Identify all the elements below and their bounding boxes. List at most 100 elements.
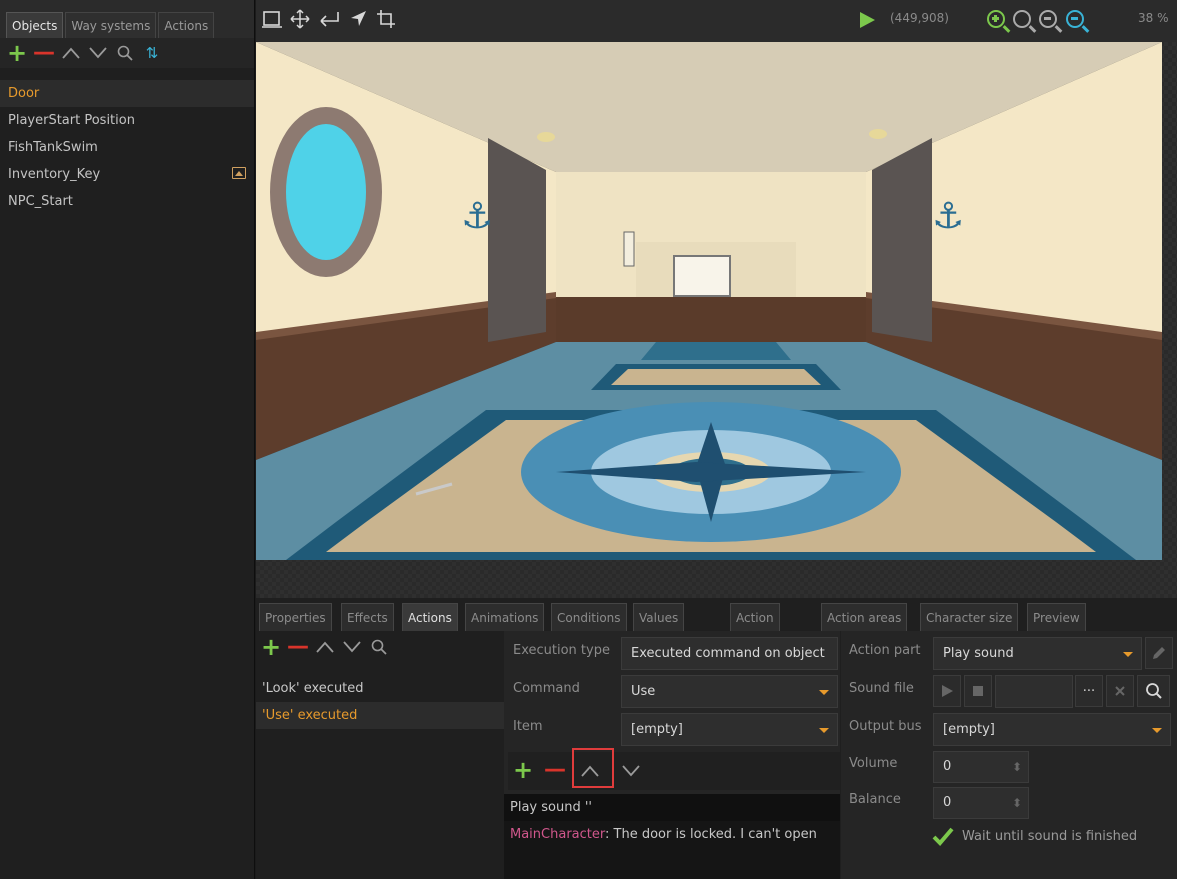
- list-item[interactable]: 'Look' executed: [256, 675, 504, 702]
- tab-actions[interactable]: Actions: [158, 12, 215, 38]
- sort-icon[interactable]: ⇅: [143, 44, 161, 62]
- list-item[interactable]: NPC_Start: [0, 188, 254, 215]
- tab-properties[interactable]: Properties: [259, 603, 332, 631]
- action-part-select[interactable]: Play sound: [933, 637, 1142, 670]
- scene-canvas[interactable]: ⚓ ⚓: [256, 42, 1177, 598]
- enter-icon[interactable]: [318, 9, 340, 34]
- move-up-icon[interactable]: [316, 638, 334, 656]
- execution-type-label: Execution type: [513, 643, 610, 658]
- actions-list: 'Look' executed 'Use' executed: [256, 675, 504, 729]
- select-rect-icon[interactable]: [262, 9, 282, 34]
- objects-toolbar: + — ⇅: [0, 38, 254, 68]
- play-sound-entry: Play sound '': [510, 800, 592, 815]
- tab-actions[interactable]: Actions: [402, 603, 458, 631]
- output-bus-label: Output bus: [849, 719, 922, 734]
- command-label: Command: [513, 681, 580, 696]
- list-item[interactable]: MainCharacter: The door is locked. I can…: [504, 821, 840, 848]
- speech-text: : The door is locked. I can't open: [605, 827, 817, 842]
- cursor-coordinates: (449,908): [890, 11, 949, 25]
- remove-action-icon[interactable]: —: [287, 636, 309, 658]
- search-icon[interactable]: [116, 44, 134, 62]
- wait-checkbox-label: Wait until sound is finished: [962, 828, 1138, 844]
- bottom-panel: Properties Effects Actions Animations Co…: [256, 598, 1177, 879]
- play-icon[interactable]: [858, 10, 876, 35]
- tab-action[interactable]: Action: [730, 603, 780, 631]
- sound-file-field[interactable]: [995, 675, 1073, 708]
- left-tabbar: Objects Way systems Actions: [0, 0, 254, 38]
- edit-button[interactable]: [1145, 637, 1173, 669]
- stop-sound-button[interactable]: [964, 675, 992, 707]
- remove-icon[interactable]: —: [33, 42, 55, 64]
- move-down-icon[interactable]: [343, 638, 361, 656]
- tab-effects[interactable]: Effects: [341, 603, 394, 631]
- clear-button[interactable]: [1106, 675, 1134, 707]
- item-value: [empty]: [631, 722, 683, 737]
- balance-stepper[interactable]: 0: [933, 787, 1029, 819]
- image-icon: [232, 167, 246, 179]
- tab-character-size[interactable]: Character size: [920, 603, 1019, 631]
- move-up-icon[interactable]: [62, 44, 80, 62]
- sound-file-label: Sound file: [849, 681, 914, 696]
- highlight-box: [572, 748, 614, 788]
- search-icon[interactable]: [370, 638, 388, 656]
- objects-list: Door PlayerStart Position FishTankSwim I…: [0, 80, 254, 215]
- move-down-icon[interactable]: [622, 762, 640, 780]
- action-part-label: Action part: [849, 643, 921, 658]
- action-part-toolbar: + —: [508, 752, 840, 790]
- add-icon[interactable]: +: [7, 41, 27, 65]
- crop-icon[interactable]: [376, 9, 396, 34]
- chevron-down-icon: [1123, 652, 1133, 657]
- tab-action-areas[interactable]: Action areas: [821, 603, 908, 631]
- svg-text:⚓: ⚓: [932, 196, 964, 237]
- speaker-name: MainCharacter: [510, 827, 605, 842]
- output-bus-select[interactable]: [empty]: [933, 713, 1171, 746]
- action-part-list: Play sound '' MainCharacter: The door is…: [504, 794, 840, 879]
- item-select[interactable]: [empty]: [621, 713, 838, 746]
- list-item[interactable]: Door: [0, 80, 254, 107]
- remove-part-icon[interactable]: —: [544, 759, 566, 781]
- svg-text:⚓: ⚓: [461, 196, 493, 237]
- list-item-with-image[interactable]: Inventory_Key: [0, 161, 254, 188]
- objects-panel: Objects Way systems Actions + — ⇅ Door P…: [0, 0, 255, 879]
- output-bus-value: [empty]: [943, 722, 995, 737]
- search-sound-button[interactable]: [1137, 675, 1170, 707]
- zoom-fit-icon[interactable]: [1066, 10, 1084, 28]
- zoom-out-icon[interactable]: [1039, 10, 1057, 28]
- browse-label: ···: [1082, 683, 1096, 699]
- check-icon: [932, 827, 954, 846]
- actions-toolbar: + —: [261, 635, 388, 659]
- zoom-in-icon[interactable]: [987, 10, 1005, 28]
- item-label: Item: [513, 719, 543, 734]
- balance-label: Balance: [849, 792, 901, 807]
- volume-stepper[interactable]: 0: [933, 751, 1029, 783]
- zoom-reset-icon[interactable]: [1013, 10, 1031, 28]
- tab-way-systems[interactable]: Way systems: [65, 12, 157, 38]
- list-item[interactable]: FishTankSwim: [0, 134, 254, 161]
- zoom-level: 38 %: [1138, 11, 1169, 25]
- tab-animations[interactable]: Animations: [465, 603, 545, 631]
- add-part-icon[interactable]: +: [513, 758, 533, 782]
- move-icon[interactable]: [290, 9, 310, 34]
- tab-values[interactable]: Values: [633, 603, 685, 631]
- chevron-down-icon: [1152, 728, 1162, 733]
- browse-button[interactable]: ···: [1075, 675, 1103, 707]
- scene-image: ⚓ ⚓: [256, 42, 1162, 560]
- execution-type-select[interactable]: Executed command on object: [621, 637, 838, 670]
- command-select[interactable]: Use: [621, 675, 838, 708]
- chevron-down-icon: [819, 728, 829, 733]
- list-item[interactable]: Play sound '': [504, 794, 840, 821]
- tab-conditions[interactable]: Conditions: [551, 603, 627, 631]
- chevron-down-icon: [819, 690, 829, 695]
- add-action-icon[interactable]: +: [261, 635, 281, 659]
- list-item[interactable]: 'Use' executed: [256, 702, 504, 729]
- pointer-icon[interactable]: [348, 9, 368, 34]
- list-item[interactable]: PlayerStart Position: [0, 107, 254, 134]
- tab-preview[interactable]: Preview: [1027, 603, 1086, 631]
- action-part-value: Play sound: [943, 646, 1014, 661]
- move-down-icon[interactable]: [89, 44, 107, 62]
- play-sound-button[interactable]: [933, 675, 961, 707]
- tab-objects[interactable]: Objects: [6, 12, 64, 38]
- wait-checkbox[interactable]: Wait until sound is finished: [932, 826, 1137, 846]
- volume-label: Volume: [849, 756, 898, 771]
- command-value: Use: [631, 684, 656, 699]
